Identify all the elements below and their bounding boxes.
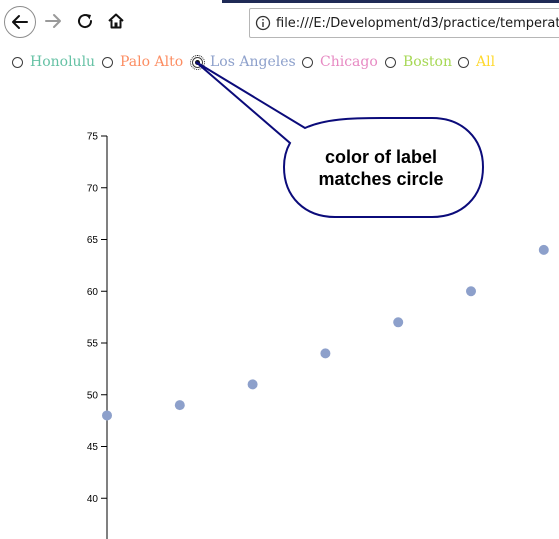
data-point [466,286,476,297]
y-tick-label: 60 [87,287,99,298]
y-tick-label: 50 [87,390,99,401]
y-axis: 40 45 50 55 60 65 70 75 [87,132,108,539]
callout-text: color of label matches circle [292,146,470,190]
callout-line-1: color of label [324,147,438,167]
y-tick-label: 55 [87,339,99,350]
data-point [102,410,112,421]
data-point [247,379,258,390]
y-tick-label: 70 [87,183,99,194]
y-tick-label: 75 [87,132,99,143]
y-tick-label: 65 [87,235,99,246]
data-points [102,244,549,421]
y-tick-label: 40 [87,494,99,505]
data-point [174,400,185,411]
temperature-chart: 40 45 50 55 60 65 70 75 [87,61,549,539]
data-point [538,244,549,255]
data-point [393,317,404,328]
callout-line-2: matches circle [318,169,444,189]
callout-bubble [195,61,485,218]
y-tick-label: 45 [87,442,99,453]
data-point [320,348,331,359]
